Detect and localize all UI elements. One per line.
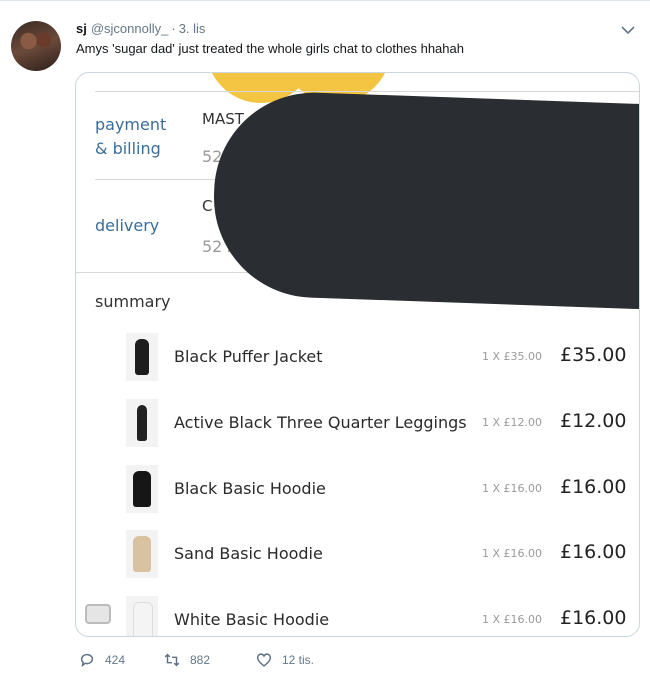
retweet-count: 882	[190, 653, 211, 667]
item-quantity: 1 X £12.00	[482, 416, 543, 429]
item-name: Active Black Three Quarter Leggings	[174, 413, 467, 432]
chevron-down-icon[interactable]	[620, 22, 636, 38]
avatar[interactable]	[11, 21, 61, 71]
product-thumbnail	[126, 399, 158, 447]
heart-icon	[256, 653, 272, 667]
tweet-media[interactable]: payment & billing MAST 52 delivery C 52 …	[75, 72, 640, 637]
redaction-scribble	[210, 89, 639, 310]
product-thumbnail	[126, 530, 158, 578]
separator-dot: ·	[171, 21, 176, 36]
payment-value: MAST	[202, 110, 244, 128]
retweet-button[interactable]: 882	[163, 651, 210, 669]
item-name: Black Basic Hoodie	[174, 479, 326, 498]
display-name[interactable]: sj	[76, 21, 87, 36]
product-figure	[133, 602, 153, 636]
item-quantity: 1 X £35.00	[482, 350, 543, 363]
chat-bubble-icon[interactable]	[85, 604, 111, 624]
list-item: White Basic Hoodie 1 X £16.00 £16.00	[76, 596, 639, 636]
list-item: Black Puffer Jacket 1 X £35.00 £35.00	[76, 333, 639, 383]
reply-button[interactable]: 424	[78, 651, 125, 669]
divider	[95, 91, 639, 92]
tweet-date[interactable]: 3. lis	[179, 21, 206, 36]
item-quantity: 1 X £16.00	[482, 482, 543, 495]
reply-icon	[80, 653, 94, 668]
list-item: Sand Basic Hoodie 1 X £16.00 £16.00	[76, 530, 639, 580]
top-divider	[0, 0, 650, 1]
summary-title: summary	[95, 292, 171, 311]
like-count: 12 tis.	[282, 653, 315, 667]
user-handle[interactable]: @sjconnolly_	[91, 21, 169, 36]
product-figure	[137, 405, 147, 441]
product-thumbnail	[126, 596, 158, 636]
list-item: Active Black Three Quarter Leggings 1 X …	[76, 399, 639, 449]
item-price: £12.00	[560, 410, 627, 432]
list-item: Black Basic Hoodie 1 X £16.00 £16.00	[76, 465, 639, 515]
item-price: £16.00	[560, 541, 627, 563]
tweet-text: Amys 'sugar dad' just treated the whole …	[76, 41, 464, 56]
item-price: £35.00	[560, 344, 627, 366]
payment-billing-label: payment & billing	[95, 115, 167, 158]
item-quantity: 1 X £16.00	[482, 547, 543, 560]
item-name: Sand Basic Hoodie	[174, 544, 323, 563]
item-name: Black Puffer Jacket	[174, 347, 323, 366]
product-figure	[133, 471, 151, 507]
product-thumbnail	[126, 465, 158, 513]
item-quantity: 1 X £16.00	[482, 613, 543, 626]
item-price: £16.00	[560, 476, 627, 498]
like-button[interactable]: 12 tis.	[255, 651, 314, 669]
product-figure	[133, 536, 151, 572]
product-thumbnail	[126, 333, 158, 381]
item-name: White Basic Hoodie	[174, 610, 330, 629]
tweet-header: sj @sjconnolly_ · 3. lis	[76, 21, 205, 36]
reply-count: 424	[105, 653, 126, 667]
item-price: £16.00	[560, 607, 627, 629]
retweet-icon	[164, 653, 180, 667]
delivery-label: delivery	[95, 216, 160, 235]
product-figure	[135, 339, 149, 375]
delivery-value: C	[202, 197, 213, 215]
